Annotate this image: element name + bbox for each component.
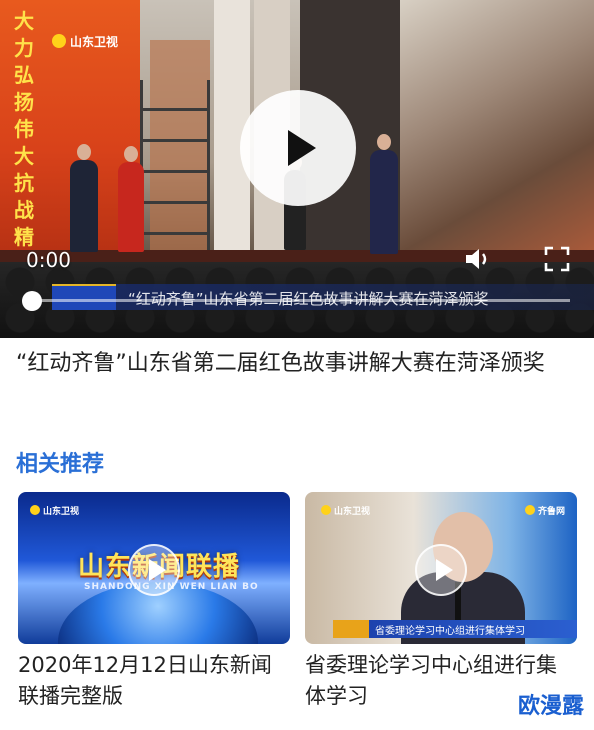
scaffold xyxy=(140,80,210,250)
mural xyxy=(400,0,594,250)
station-logo-icon xyxy=(30,505,40,515)
play-icon xyxy=(149,559,166,581)
progress-thumb[interactable] xyxy=(22,291,42,311)
lower-third-text: 省委理论学习中心组进行集体学习 xyxy=(375,626,525,637)
thumbnail-play-button[interactable] xyxy=(128,544,180,596)
host-male xyxy=(70,144,98,252)
caption-logo xyxy=(52,284,116,310)
play-button[interactable] xyxy=(240,90,356,206)
video-title: “红动齐鲁”山东省第二届红色故事讲解大赛在菏泽颁奖 xyxy=(16,351,545,376)
thumbnail-play-button[interactable] xyxy=(415,544,467,596)
play-icon xyxy=(288,130,316,166)
progress-track[interactable] xyxy=(32,299,570,302)
station-logo-icon xyxy=(321,505,331,515)
thumb-station-logo: 山东卫视 xyxy=(30,502,79,518)
fullscreen-icon[interactable] xyxy=(544,246,570,272)
host-female xyxy=(118,146,144,252)
thumb-station-logo: 山东卫视 xyxy=(321,502,370,518)
station-logo-icon xyxy=(52,34,66,48)
related-item-title[interactable]: 2020年12月12日山东新闻联播完整版 xyxy=(18,650,290,712)
related-item[interactable]: 山东卫视 山东新闻联播 SHANDONG XIN WEN LIAN BO 202… xyxy=(18,492,290,712)
volume-icon[interactable] xyxy=(464,246,494,272)
slogan-banner-text: 大力弘扬伟大抗战精神 xyxy=(14,9,34,276)
station-logo: 山东卫视 xyxy=(52,30,126,52)
watermark: 欧漫露 xyxy=(517,694,584,719)
related-thumbnail[interactable]: 山东卫视 山东新闻联播 SHANDONG XIN WEN LIAN BO xyxy=(18,492,290,644)
thumb-site-logo: 齐鲁网 xyxy=(524,502,565,518)
current-time: 0:00 xyxy=(26,248,71,272)
lower-third: 省委理论学习中心组进行集体学习 xyxy=(333,620,577,638)
lower-third-logo xyxy=(333,620,369,638)
video-player[interactable]: 大力弘扬伟大抗战精神 山东卫视 0:00 “ xyxy=(0,0,594,338)
speaker xyxy=(370,134,398,254)
related-thumbnail[interactable]: 山东卫视 齐鲁网 省委理论学习中心组进行集体学习 xyxy=(305,492,577,644)
site-logo-icon xyxy=(524,505,535,515)
related-heading: 相关推荐 xyxy=(16,452,105,477)
related-item[interactable]: 山东卫视 齐鲁网 省委理论学习中心组进行集体学习 省委理论学习中心组进行集体学习 xyxy=(305,492,577,712)
play-icon xyxy=(436,559,453,581)
station-logo-text: 山东卫视 xyxy=(70,34,119,49)
